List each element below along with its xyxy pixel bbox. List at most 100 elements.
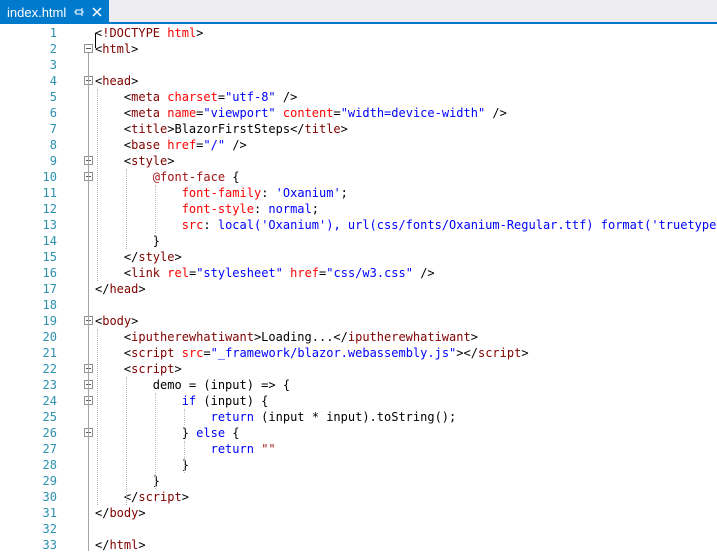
line-number: 15 [42,250,57,264]
code-line[interactable]: 3 [0,57,717,73]
code-text: } [95,234,161,248]
line-number: 26 [42,426,57,440]
line-number: 33 [42,538,57,552]
code-line[interactable]: 7 <title>BlazorFirstSteps</title> [0,121,717,137]
line-number: 17 [42,282,57,296]
code-text: <head> [95,74,139,88]
code-line[interactable]: 16 <link rel="stylesheet" href="css/w3.c… [0,265,717,281]
code-text: } [95,474,161,488]
line-number: 23 [42,378,57,392]
tab-index-html[interactable]: index.html [0,0,109,24]
line-number: 22 [42,362,57,376]
code-line[interactable]: 19 <body> [0,313,717,329]
code-line[interactable]: 23 demo = (input) => { [0,377,717,393]
code-line[interactable]: 6 <meta name="viewport" content="width=d… [0,105,717,121]
code-line[interactable]: 20 <iputherewhatiwant>Loading...</iputhe… [0,329,717,345]
code-text: if (input) { [181,394,269,408]
line-number: 29 [42,474,57,488]
document-tab-bar: index.html [0,0,717,24]
line-number: 13 [42,218,57,232]
line-number: 12 [42,202,57,216]
code-text: </html> [95,538,146,552]
code-text: <!DOCTYPE html> [95,26,204,40]
line-number: 27 [42,442,57,456]
code-line[interactable]: 1 <!DOCTYPE html> [0,25,717,41]
code-text: </style> [95,250,182,264]
line-number: 4 [49,74,57,88]
code-text: <base href="/" /> [95,138,247,152]
code-text: </head> [95,282,146,296]
code-line[interactable]: 13 src: local('Oxanium'), url(css/fonts/… [0,217,717,233]
code-line[interactable]: 27 return "" [0,441,717,457]
code-text: <meta charset="utf-8" /> [95,90,298,104]
indent-guide [126,169,127,249]
code-line[interactable]: 17 </head> [0,281,717,297]
code-line[interactable]: 22 <script> [0,361,717,377]
line-number: 11 [42,186,57,200]
code-text: return (input * input).toString(); [210,410,457,424]
code-line[interactable]: 2 <html> [0,41,717,57]
line-number: 6 [49,106,57,120]
code-line[interactable]: 8 <base href="/" /> [0,137,717,153]
outline-line [88,437,89,471]
line-number: 32 [42,522,57,536]
code-line[interactable]: 11 font-family: 'Oxanium'; [0,185,717,201]
code-line[interactable]: 5 <meta charset="utf-8" /> [0,89,717,105]
code-text: @font-face { [152,170,240,184]
code-line[interactable]: 4 <head> [0,73,717,89]
line-number: 25 [42,410,57,424]
code-line[interactable]: 18 [0,297,717,313]
line-number: 7 [49,122,57,136]
line-number: 24 [42,394,57,408]
code-line[interactable]: 24 if (input) { [0,393,717,409]
code-line[interactable]: 9 <style> [0,153,717,169]
indent-guide [126,377,127,505]
code-text: } [95,458,189,472]
code-text: font-family: 'Oxanium'; [181,186,348,200]
line-number: 21 [42,346,57,360]
code-line[interactable]: 26 } else { [0,425,717,441]
line-number: 18 [42,298,57,312]
code-line[interactable]: 15 </style> [0,249,717,265]
code-line[interactable]: 21 <script src="_framework/blazor.webass… [0,345,717,361]
code-text: </script> [95,490,189,504]
tab-title: index.html [7,4,67,20]
code-text: src: local('Oxanium'), url(css/fonts/Oxa… [181,218,717,232]
code-line[interactable]: 32 [0,521,717,537]
code-editor[interactable]: 1 <!DOCTYPE html> 2 <html> 3 4 <head> 5 <meta c… [0,24,717,559]
code-text: <style> [95,154,175,168]
line-number: 1 [49,26,57,40]
pin-icon[interactable] [73,5,85,19]
line-number: 28 [42,458,57,472]
code-line[interactable]: 33 </html> [0,537,717,553]
code-text: } else { [95,426,240,440]
line-number: 30 [42,490,57,504]
code-text: font-style: normal; [181,202,319,216]
line-number: 19 [42,314,57,328]
code-text: <meta name="viewport" content="width=dev… [95,106,507,120]
code-text: <script> [95,362,182,376]
indent-guide [155,393,156,489]
close-icon[interactable] [91,5,103,19]
code-line[interactable]: 25 return (input * input).toString(); [0,409,717,425]
indent-guide [155,185,156,233]
indent-guide [97,329,98,505]
code-line[interactable]: 31 </body> [0,505,717,521]
line-number: 16 [42,266,57,280]
code-line[interactable]: 28 } [0,457,717,473]
indent-guide [97,89,98,281]
code-text: <iputherewhatiwant>Loading...</iputherew… [95,330,478,344]
code-line[interactable]: 29 } [0,473,717,489]
outline-line [88,181,89,247]
line-number: 2 [49,42,57,56]
code-text: <script src="_framework/blazor.webassemb… [95,346,529,360]
code-line[interactable]: 12 font-style: normal; [0,201,717,217]
line-number: 10 [42,170,57,184]
line-number: 20 [42,330,57,344]
line-number: 31 [42,506,57,520]
collapse-icon[interactable] [84,44,93,53]
code-line[interactable]: 14 } [0,233,717,249]
code-line[interactable]: 10 @font-face { [0,169,717,185]
code-line[interactable]: 30 </script> [0,489,717,505]
line-number: 8 [49,138,57,152]
